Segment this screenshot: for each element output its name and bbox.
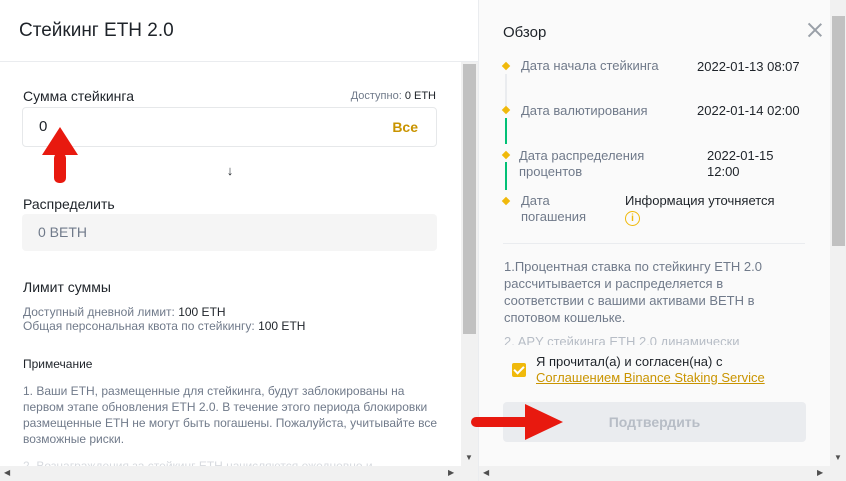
close-icon[interactable] [807,22,823,38]
timeline-line [505,118,507,144]
info-icon[interactable]: i [625,211,640,226]
page-title: Стейкинг ETH 2.0 [19,20,174,41]
daily-limit-value: 100 ETH [178,305,226,319]
note-title: Примечание [23,357,93,371]
limit-title: Лимит суммы [23,279,111,295]
scroll-down-icon[interactable]: ▼ [465,453,473,462]
timeline-value-distribution: 2022-01-15 12:00 [707,148,774,179]
timeline-value-start: 2022-01-13 08:07 [697,59,800,74]
scroll-down-icon[interactable]: ▼ [834,453,842,462]
distribute-label: Распределить [23,196,115,212]
timeline-line [505,74,507,106]
max-button[interactable]: Все [392,119,418,135]
distribute-value: 0 BETH [38,224,88,240]
left-horizontal-scrollbar[interactable]: ◀ ▶ [0,466,478,481]
scrollbar-thumb[interactable] [463,64,476,334]
available-value: 0 ETH [404,90,436,102]
note-text-1: 1. Ваши ETH, размещенные для стейкинга, … [23,384,438,446]
daily-limit-label: Доступный дневной лимит: [23,305,175,319]
timeline-dot [501,105,511,115]
amount-field[interactable]: Все [22,107,437,147]
distribute-field: 0 BETH [22,214,437,251]
right-horizontal-scrollbar[interactable]: ◀ ▶ [479,466,846,481]
scroll-left-icon[interactable]: ◀ [4,468,10,477]
annotation-arrow-up-icon [42,127,78,183]
timeline-dot [501,150,511,160]
overview-title: Обзор [503,24,547,41]
annotation-arrow-right-icon [471,404,563,440]
disclaimer-1: 1.Процентная ставка по стейкингу ETH 2.0… [504,259,762,325]
timeline-value-redemption: Информация уточняется i [625,193,800,226]
total-quota: Общая персональная квота по стейкингу: 1… [23,319,305,333]
amount-input[interactable] [39,118,339,135]
timeline-line [505,162,507,190]
timeline-dot [501,61,511,71]
agreement-link[interactable]: Соглашением Binance Staking Service [536,370,765,386]
available-label: Доступно: [350,90,402,102]
divider [503,243,805,244]
panel-header: Стейкинг ETH 2.0 [0,0,478,62]
scroll-left-icon[interactable]: ◀ [483,468,489,477]
timeline-dot [501,196,511,206]
agreement-checkbox[interactable] [512,363,526,377]
redemption-status: Информация уточняется [625,193,775,208]
agreement-text: Я прочитал(а) и согласен(на) с [536,354,723,369]
agreement-row: Я прочитал(а) и согласен(на) с Соглашени… [503,345,805,391]
timeline-label-start: Дата начала стейкинга [521,58,659,73]
total-quota-value: 100 ETH [258,319,306,333]
scroll-right-icon[interactable]: ▶ [817,468,823,477]
scrollbar-thumb[interactable] [832,16,845,246]
timeline-label-redemption: Дата погашения [521,193,587,224]
scroll-right-icon[interactable]: ▶ [448,468,454,477]
available-balance: Доступно: 0 ETH [351,90,436,102]
timeline-label-value-date: Дата валютирования [521,103,648,118]
amount-label: Сумма стейкинга [23,88,135,104]
timeline-label-distribution: Дата распределения процентов [519,148,645,179]
timeline-value-value-date: 2022-01-14 02:00 [697,103,800,118]
daily-limit: Доступный дневной лимит: 100 ETH [23,305,226,319]
arrow-down-icon: ↓ [226,163,234,178]
right-vertical-scrollbar[interactable]: ▼ [830,0,846,466]
total-quota-label: Общая персональная квота по стейкингу: [23,319,255,333]
staking-form-panel: Стейкинг ETH 2.0 Сумма стейкинга Доступн… [0,0,478,481]
